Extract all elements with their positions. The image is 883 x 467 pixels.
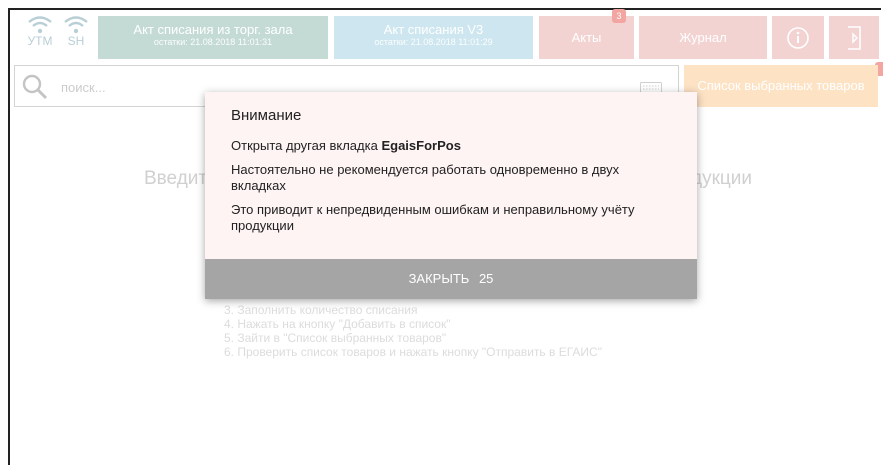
warning-dialog: Внимание Открыта другая вкладка EgaisFor…: [205, 92, 697, 299]
dialog-line-tab-prefix: Открыта другая вкладка: [231, 138, 378, 153]
utm-status[interactable]: УТМ: [20, 10, 60, 57]
close-button[interactable]: ЗАКРЫТЬ 25: [205, 259, 697, 299]
exit-icon: [848, 26, 861, 50]
act-v3-subtitle: остатки: 21.08.2018 11:01:29: [374, 37, 493, 47]
dialog-title: Внимание: [231, 107, 302, 124]
info-icon: [787, 27, 809, 49]
dialog-tab-name: EgaisForPos: [381, 138, 461, 153]
act-v3-title: Акт списания V3: [383, 22, 484, 37]
wifi-icon: [28, 16, 52, 34]
step-item: 5. Зайти в "Список выбранных товаров": [224, 331, 447, 345]
acts-label: Акты: [571, 30, 602, 45]
step-item: 3. Заполнить количество списания: [224, 303, 418, 317]
dialog-line-tab: Открыта другая вкладка EgaisForPos: [231, 138, 661, 154]
utm-label: УТМ: [27, 34, 53, 48]
journal-label: Журнал: [679, 30, 727, 45]
info-button[interactable]: [772, 16, 824, 59]
dialog-body: Открыта другая вкладка EgaisForPos Насто…: [231, 138, 661, 242]
act-store-title: Акт списания из торг. зала: [133, 22, 293, 37]
hint-text-left: Введит: [144, 168, 208, 189]
close-label: ЗАКРЫТЬ: [408, 271, 470, 286]
act-store-button[interactable]: Акт списания из торг. зала остатки: 21.0…: [98, 16, 328, 59]
sh-status[interactable]: SH: [56, 10, 96, 57]
instruction-steps: 3. Заполнить количество списания 4. Нажа…: [224, 303, 602, 359]
dialog-line-warning: Настоятельно не рекомендуется работать о…: [231, 162, 620, 193]
search-icon: [22, 74, 48, 100]
wifi-icon: [64, 16, 88, 34]
dialog-line-consequence: Это приводит к непредвиденным ошибкам и …: [231, 202, 635, 233]
top-bar: УТМ SH Акт списания из торг. зала остатк…: [10, 9, 883, 59]
sh-label: SH: [67, 34, 85, 48]
step-item: 4. Нажать на кнопку "Добавить в список": [224, 317, 451, 331]
close-countdown: 25: [478, 271, 494, 286]
selected-list-button[interactable]: Список выбранных товаров: [684, 65, 878, 107]
acts-badge: 3: [612, 9, 626, 23]
hint-text-right: дукции: [691, 168, 753, 189]
act-v3-button[interactable]: Акт списания V3 остатки: 21.08.2018 11:0…: [334, 16, 533, 59]
exit-button[interactable]: [829, 16, 879, 59]
act-store-subtitle: остатки: 21.08.2018 11:01:31: [153, 37, 273, 47]
step-item: 6. Проверить список товаров и нажать кно…: [224, 345, 602, 359]
journal-button[interactable]: Журнал: [639, 16, 767, 59]
acts-button[interactable]: Акты 3: [539, 9, 634, 59]
